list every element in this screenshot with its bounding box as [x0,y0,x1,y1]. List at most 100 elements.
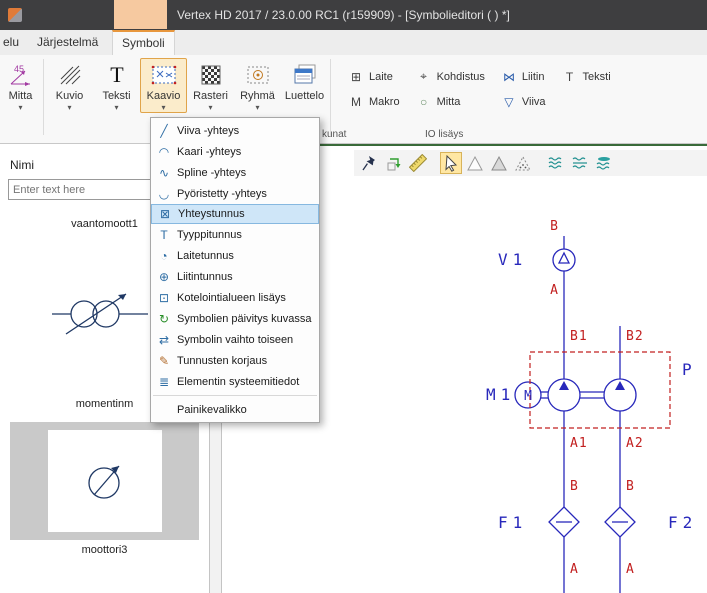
layers-waves-button-3[interactable] [593,152,615,174]
ruler-button[interactable] [407,152,429,174]
triangle-filled-icon [490,154,508,172]
io-button-mitta[interactable]: ○ Mitta [409,89,492,114]
svg-text:T: T [110,62,124,87]
canvas-toolbar [354,150,707,176]
pushpin-icon [361,154,379,172]
raster-icon [187,60,234,90]
hatch-icon [46,60,93,90]
triangle-outline-button[interactable] [464,152,486,174]
menu-item-pyoristetty-yhteys[interactable]: ◡ Pyöristetty -yhteys [151,183,319,204]
menu-item-painikevalikko[interactable]: Painikevalikko [151,399,319,420]
spline-connection-icon: ∿ [155,166,173,180]
tab-jarjestelma[interactable]: Järjestelmä [28,30,107,55]
menu-separator [153,395,317,396]
cursor-icon [442,154,460,172]
connection-tag-icon: ⊠ [156,207,174,221]
chevron-down-icon: ▾ [141,103,186,112]
menu-item-liitintunnus[interactable]: ⊕ Liitintunnus [151,266,319,287]
titlebar-accent [114,0,167,29]
chevron-down-icon: ▾ [46,103,93,112]
triangle-outline-icon [466,154,484,172]
ribbon-button-luettelo[interactable]: Luettelo [281,58,328,103]
svg-text:A1: A1 [570,436,588,451]
svg-text:B2: B2 [626,329,644,344]
menu-item-laitetunnus[interactable]: ◔ Laitetunnus [151,245,319,266]
triangle-hatch-button[interactable] [512,152,534,174]
io-button-makro[interactable]: M Makro [341,89,407,114]
tab-symboli[interactable]: Symboli [112,30,175,55]
swap-icon: ⇄ [155,333,173,347]
svg-text:B1: B1 [570,329,588,344]
menu-item-elementin-systeemitiedot[interactable]: ≣ Elementin systeemitiedot [151,371,319,392]
list-item-thumbnail-moottori3-selected[interactable] [10,422,199,540]
menu-item-tunnusten-korjaus[interactable]: ✎ Tunnusten korjaus [151,350,319,371]
line-connection-icon: ╱ [155,124,173,138]
io-button-laite[interactable]: ⊞ Laite [341,64,407,89]
pin-button[interactable] [359,152,381,174]
io-button-viiva[interactable]: ▽ Viiva [494,89,553,114]
device-icon: ⊞ [348,70,364,84]
menu-item-kotelointialueen-lisays[interactable]: ⊡ Kotelointialueen lisäys [151,287,319,308]
chevron-down-icon: ▾ [93,103,140,112]
chevron-down-icon: ▾ [0,103,41,112]
kaavio-dropdown-menu: ╱ Viiva -yhteys ◠ Kaari -yhteys ∿ Spline… [150,117,320,423]
pencil-icon: ✎ [155,354,173,368]
waves-icon [571,154,589,172]
svg-text:A: A [550,283,559,298]
titlebar: Vertex HD 2017 / 23.0.00 RC1 (r159909) -… [0,0,707,30]
waves-icon [595,154,613,172]
tab-elu[interactable]: elu [0,30,28,55]
ribbon-separator [43,59,44,135]
svg-text:M1: M1 [486,385,515,404]
svg-text:V1: V1 [498,250,527,269]
menu-item-yhteystunnus[interactable]: ⊠ Yhteystunnus [151,204,319,224]
device-tag-icon: ◔ [155,249,173,263]
ribbon-button-ryhma[interactable]: Ryhmä ▾ [234,58,281,112]
ribbon-button-kuvio[interactable]: Kuvio ▾ [46,58,93,112]
text-icon: T [562,70,578,84]
menu-item-spline-yhteys[interactable]: ∿ Spline -yhteys [151,162,319,183]
window-title: Vertex HD 2017 / 23.0.00 RC1 (r159909) -… [177,0,510,30]
enclosure-area-icon: ⊡ [155,291,173,305]
svg-text:P: P [682,360,697,379]
ribbon-button-kaavio[interactable]: Kaavio ▾ [140,58,187,113]
layers-waves-button-2[interactable] [569,152,591,174]
macro-icon: M [348,95,364,109]
type-tag-icon: T [155,228,173,242]
application-window: Vertex HD 2017 / 23.0.00 RC1 (r159909) -… [0,0,707,593]
svg-text:A2: A2 [626,436,644,451]
schematic-icon [141,60,186,90]
io-button-kohdistus[interactable]: ⌖ Kohdistus [409,64,492,89]
select-tool-button[interactable] [440,152,462,174]
io-button-teksti[interactable]: T Teksti [555,64,618,89]
svg-text:F1: F1 [498,513,527,532]
menu-item-kaari-yhteys[interactable]: ◠ Kaari -yhteys [151,141,319,162]
ribbon: 45 Mitta ▾ Ku [0,55,707,144]
dimension-icon: 45 [0,60,41,90]
align-icon: ⌖ [416,69,432,84]
list-item-caption[interactable]: moottori3 [0,540,209,560]
menu-item-tyyppitunnus[interactable]: T Tyyppitunnus [151,224,319,245]
svg-text:B: B [550,219,559,234]
transform-button[interactable] [383,152,405,174]
line-icon: ▽ [501,95,517,109]
list-window-icon [281,60,328,90]
svg-text:B: B [570,479,579,494]
connector-tag-icon: ⊕ [155,270,173,284]
ribbon-button-teksti[interactable]: T Teksti ▾ [93,58,140,112]
triangle-filled-button[interactable] [488,152,510,174]
app-icon[interactable] [8,8,22,22]
menu-item-symbolin-vaihto[interactable]: ⇄ Symbolin vaihto toiseen [151,329,319,350]
chevron-down-icon: ▾ [187,103,234,112]
layers-waves-button-1[interactable] [545,152,567,174]
menu-item-viiva-yhteys[interactable]: ╱ Viiva -yhteys [151,120,319,141]
io-button-liitin[interactable]: ⋈ Liitin [494,64,553,89]
connector-icon: ⋈ [501,70,517,84]
group-label-partial: kunat [322,129,346,140]
rounded-connection-icon: ◡ [155,187,173,201]
menu-item-symbolien-paivitys[interactable]: ↻ Symbolien päivitys kuvassa [151,308,319,329]
ribbon-separator [330,59,331,135]
ribbon-button-rasteri[interactable]: Rasteri ▾ [187,58,234,112]
ruler-icon [409,154,427,172]
ribbon-button-mitta[interactable]: 45 Mitta ▾ [0,58,41,112]
